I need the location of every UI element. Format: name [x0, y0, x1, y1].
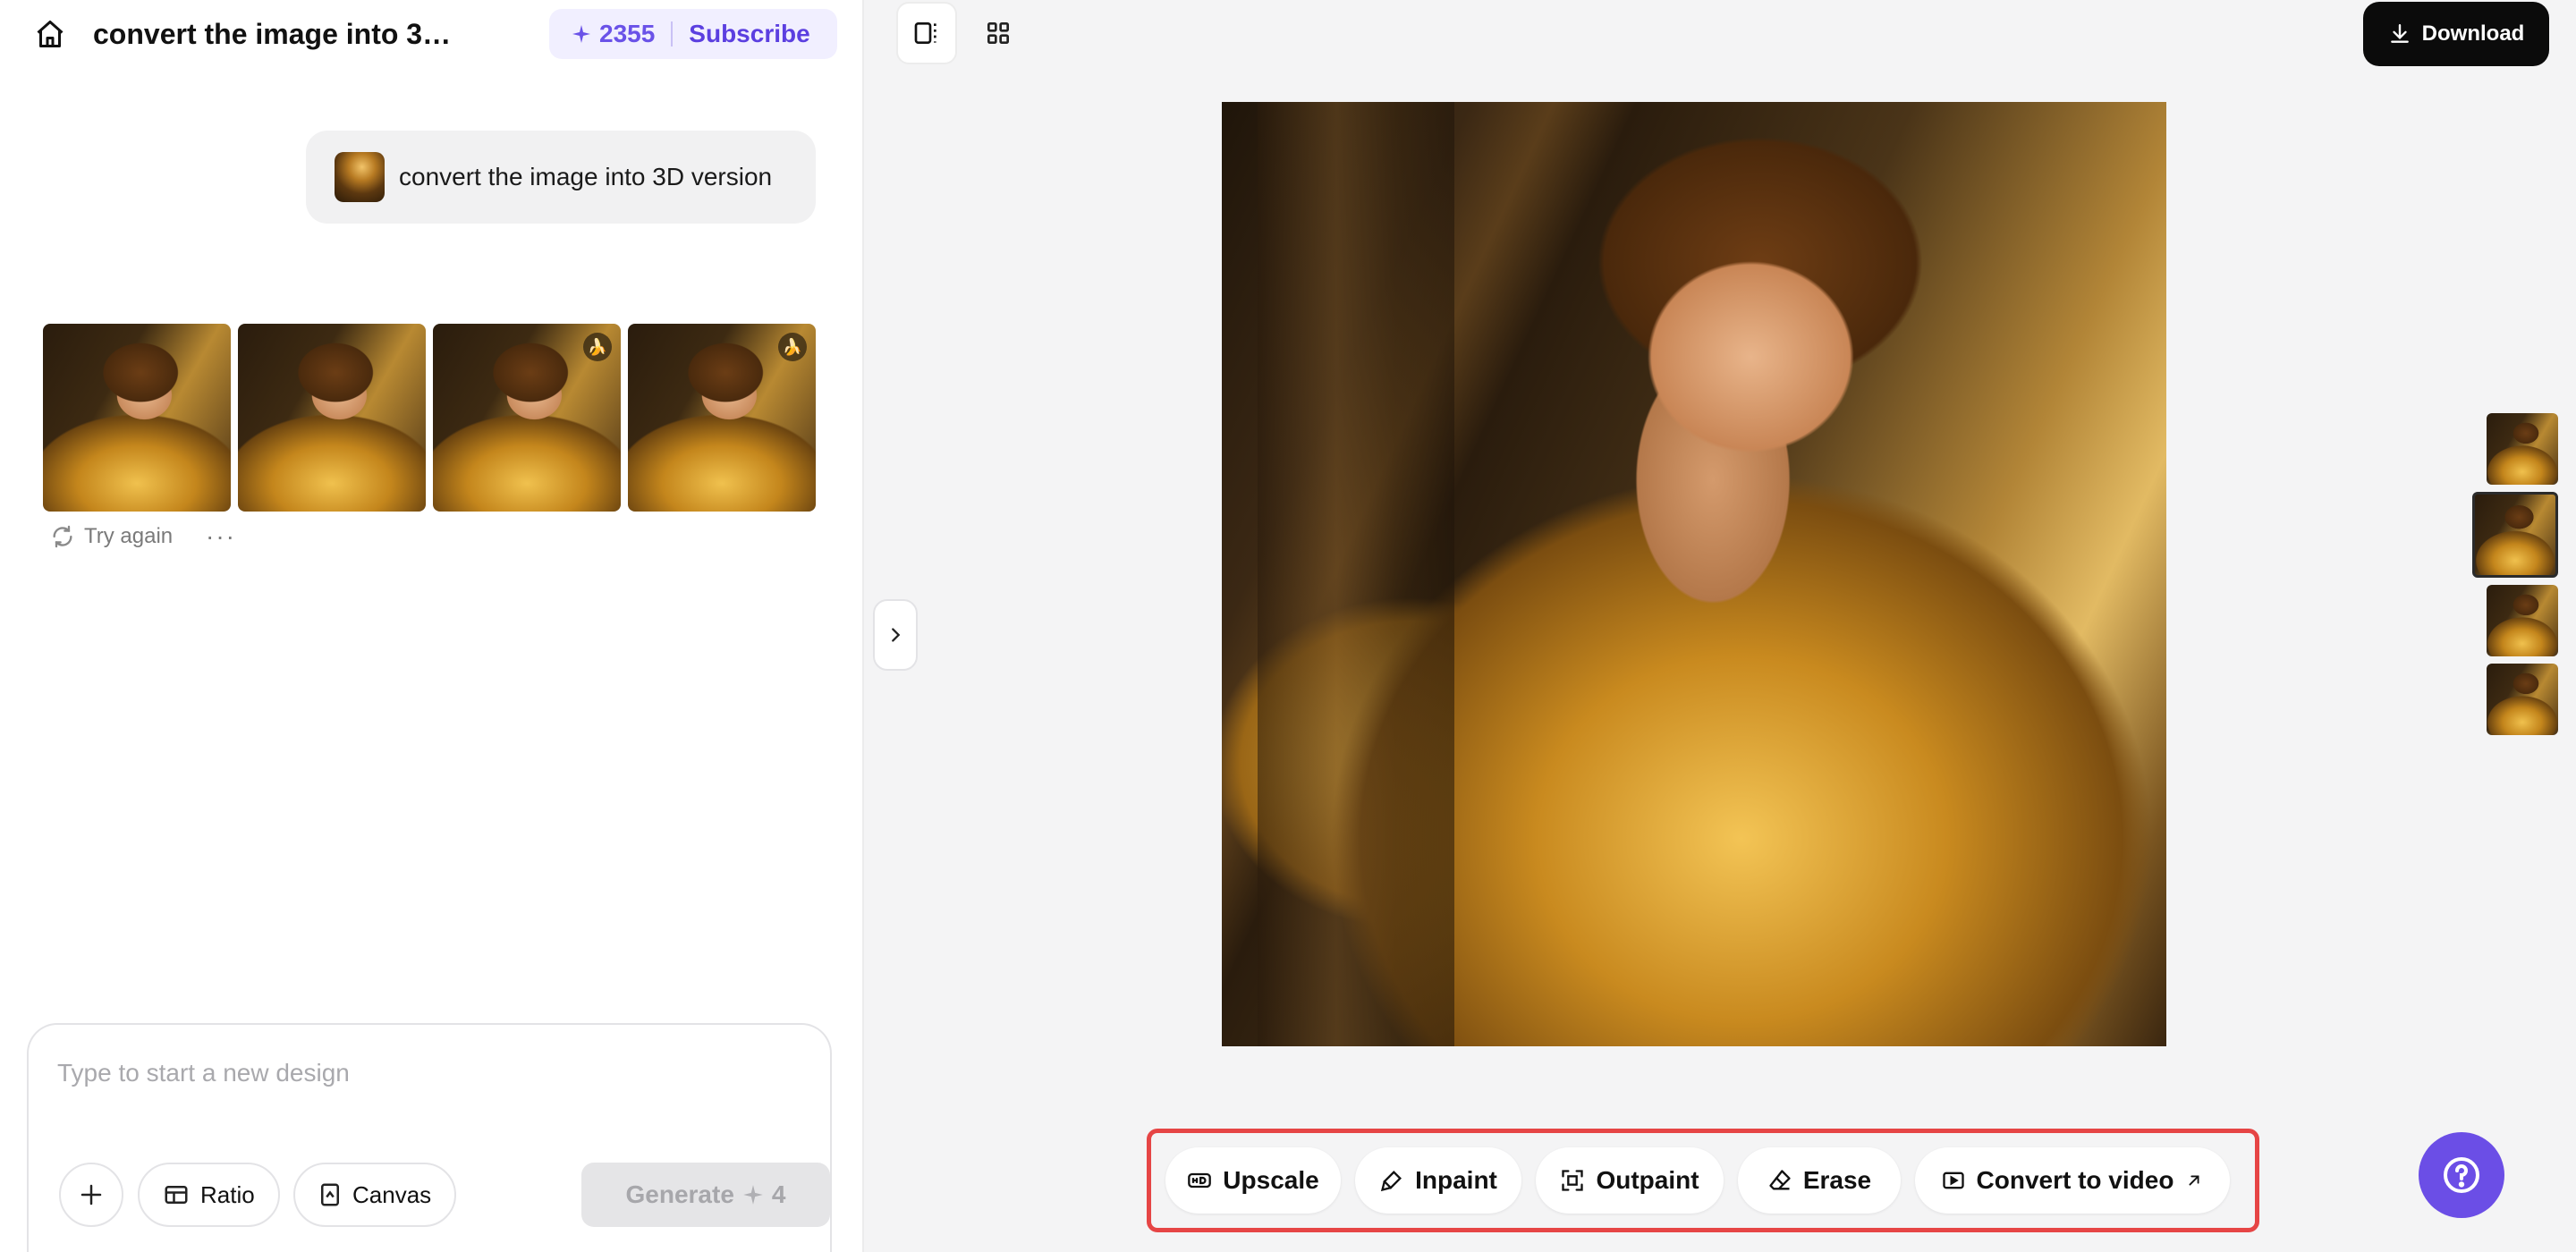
- more-options-button[interactable]: ···: [206, 522, 236, 551]
- user-prompt-bubble: convert the image into 3D version: [306, 131, 816, 224]
- prompt-input[interactable]: [57, 1055, 791, 1091]
- outpaint-button[interactable]: Outpaint: [1536, 1147, 1724, 1214]
- variant-thumbnail-2[interactable]: [2472, 492, 2558, 578]
- grid-icon: [984, 19, 1013, 47]
- expand-icon: [1560, 1168, 1585, 1193]
- prompt-text: convert the image into 3D version: [399, 163, 773, 190]
- credits-count: 2355: [599, 20, 656, 47]
- variant-thumbnail-4[interactable]: [2487, 664, 2558, 735]
- grid-view-toggle[interactable]: [971, 5, 1025, 61]
- erase-label: Erase: [1802, 1166, 1872, 1194]
- upscale-label: Upscale: [1223, 1166, 1319, 1194]
- erase-button[interactable]: Erase: [1738, 1147, 1901, 1214]
- chat-panel: convert the image into 3… 2355 Subscribe…: [0, 0, 864, 1252]
- variant-thumbnail-3[interactable]: [2487, 585, 2558, 656]
- result-grid: 🍌 🍌: [43, 324, 816, 512]
- eraser-icon: [1767, 1168, 1792, 1193]
- try-again-button[interactable]: Try again: [50, 524, 173, 549]
- canvas-button[interactable]: Canvas: [293, 1163, 457, 1227]
- inpaint-label: Inpaint: [1415, 1166, 1497, 1194]
- canvas-icon: [318, 1181, 342, 1208]
- download-label: Download: [2421, 21, 2525, 46]
- help-button[interactable]: [2419, 1132, 2504, 1218]
- brush-icon: [1379, 1168, 1404, 1193]
- result-image-4[interactable]: 🍌: [628, 324, 816, 512]
- ratio-label: Ratio: [200, 1180, 255, 1208]
- inpaint-button[interactable]: Inpaint: [1355, 1147, 1521, 1214]
- sparkle-icon: [571, 23, 592, 45]
- plus-icon: [78, 1181, 105, 1208]
- hd-icon: [1187, 1168, 1212, 1193]
- composer: Ratio Canvas Generate 4: [27, 1023, 832, 1252]
- external-link-icon: [2184, 1171, 2204, 1190]
- credits-pill: 2355 Subscribe: [549, 9, 837, 59]
- variant-thumbnail-1[interactable]: [2487, 413, 2558, 485]
- banana-icon: 🍌: [583, 333, 612, 361]
- upscale-button[interactable]: Upscale: [1165, 1147, 1341, 1214]
- canvas-label: Canvas: [352, 1180, 432, 1208]
- download-button[interactable]: Download: [2363, 2, 2549, 66]
- video-icon: [1941, 1168, 1966, 1193]
- subscribe-button[interactable]: Subscribe: [689, 20, 809, 48]
- edit-tools-bar: Upscale Inpaint Outpaint Erase Convert t…: [1147, 1129, 2259, 1232]
- download-icon: [2388, 22, 2411, 46]
- chevron-right-icon: [886, 625, 905, 645]
- conversation-title: convert the image into 3…: [93, 18, 452, 50]
- generate-button[interactable]: Generate 4: [581, 1163, 830, 1227]
- add-button[interactable]: [59, 1163, 123, 1227]
- convert-video-label: Convert to video: [1976, 1166, 2174, 1194]
- main-preview-image[interactable]: [1222, 102, 2166, 1046]
- image-pillar: [1258, 102, 1454, 1046]
- result-image-1[interactable]: [43, 324, 231, 512]
- prompt-image-thumbnail: [335, 152, 385, 202]
- single-view-toggle[interactable]: [896, 2, 957, 64]
- try-again-label: Try again: [84, 524, 174, 548]
- panel-view-icon: [912, 19, 941, 47]
- generate-cost: 4: [771, 1180, 786, 1208]
- help-icon: [2440, 1154, 2483, 1197]
- ratio-icon: [163, 1181, 190, 1208]
- result-image-2[interactable]: [238, 324, 426, 512]
- sparkle-icon: [741, 1183, 765, 1206]
- expand-panel-button[interactable]: [873, 599, 918, 671]
- divider: [671, 21, 674, 47]
- refresh-icon: [50, 524, 75, 549]
- banana-icon: 🍌: [778, 333, 807, 361]
- convert-to-video-button[interactable]: Convert to video: [1915, 1147, 2230, 1214]
- outpaint-label: Outpaint: [1596, 1166, 1699, 1194]
- home-button[interactable]: [32, 16, 68, 52]
- generate-label: Generate: [625, 1180, 734, 1208]
- result-image-3[interactable]: 🍌: [433, 324, 621, 512]
- ratio-button[interactable]: Ratio: [138, 1163, 280, 1227]
- home-icon: [34, 18, 66, 50]
